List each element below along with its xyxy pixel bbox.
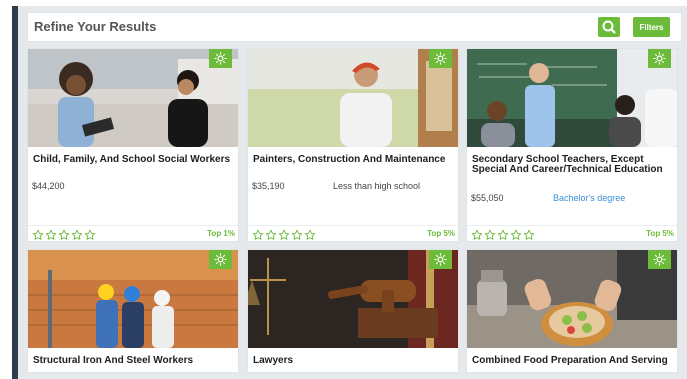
star-icon[interactable]: [84, 228, 96, 240]
featured-badge: [209, 49, 232, 68]
sun-icon: [653, 52, 666, 65]
star-icon[interactable]: [71, 228, 83, 240]
rank-label: Top 5%: [646, 229, 674, 238]
star-icon[interactable]: [484, 228, 496, 240]
search-icon: [602, 20, 616, 34]
career-photo: [28, 250, 238, 348]
rank-label: Top 1%: [207, 229, 235, 238]
star-icon[interactable]: [32, 228, 44, 240]
refine-bar: Refine Your Results Filters: [27, 12, 682, 42]
career-photo: [467, 49, 677, 147]
career-title[interactable]: Lawyers: [253, 356, 455, 366]
search-button[interactable]: [598, 17, 620, 37]
career-card[interactable]: Painters, Construction And Maintenance $…: [247, 48, 459, 242]
career-education-link[interactable]: Bachelor's degree: [553, 193, 625, 203]
career-title[interactable]: Combined Food Preparation And Serving: [472, 356, 674, 366]
star-icon[interactable]: [304, 228, 316, 240]
career-photo: [248, 49, 458, 147]
featured-badge: [429, 49, 452, 68]
filters-button[interactable]: Filters: [633, 17, 670, 37]
star-icon[interactable]: [252, 228, 264, 240]
card-footer: Top 5%: [248, 225, 458, 241]
featured-badge: [648, 49, 671, 68]
career-card[interactable]: Secondary School Teachers, Except Specia…: [466, 48, 678, 242]
star-icon[interactable]: [523, 228, 535, 240]
sun-icon: [434, 253, 447, 266]
refine-title: Refine Your Results: [34, 19, 157, 34]
career-photo: [28, 49, 238, 147]
star-icon[interactable]: [45, 228, 57, 240]
career-salary: $44,200: [32, 181, 65, 191]
rating-stars[interactable]: [471, 228, 535, 240]
featured-badge: [429, 250, 452, 269]
career-card[interactable]: Combined Food Preparation And Serving: [466, 249, 678, 373]
star-icon[interactable]: [497, 228, 509, 240]
sun-icon: [214, 253, 227, 266]
career-card[interactable]: Child, Family, And School Social Workers…: [27, 48, 239, 242]
career-salary: $35,190: [252, 181, 285, 191]
star-icon[interactable]: [265, 228, 277, 240]
star-icon[interactable]: [471, 228, 483, 240]
star-icon[interactable]: [278, 228, 290, 240]
rating-stars[interactable]: [252, 228, 316, 240]
career-card[interactable]: Structural Iron And Steel Workers: [27, 249, 239, 373]
career-title[interactable]: Painters, Construction And Maintenance: [253, 155, 455, 165]
star-icon[interactable]: [58, 228, 70, 240]
career-education: Less than high school: [333, 181, 421, 191]
card-footer: Top 1%: [28, 225, 238, 241]
rank-label: Top 5%: [427, 229, 455, 238]
featured-badge: [209, 250, 232, 269]
career-photo: [248, 250, 458, 348]
sun-icon: [434, 52, 447, 65]
star-icon[interactable]: [510, 228, 522, 240]
career-salary: $55,050: [471, 193, 504, 203]
career-title[interactable]: Secondary School Teachers, Except Specia…: [472, 155, 674, 175]
sun-icon: [653, 253, 666, 266]
career-photo: [467, 250, 677, 348]
star-icon[interactable]: [291, 228, 303, 240]
sun-icon: [214, 52, 227, 65]
rating-stars[interactable]: [32, 228, 96, 240]
career-card[interactable]: Lawyers: [247, 249, 459, 373]
career-title[interactable]: Structural Iron And Steel Workers: [33, 356, 235, 366]
card-footer: Top 5%: [467, 225, 677, 241]
featured-badge: [648, 250, 671, 269]
career-title[interactable]: Child, Family, And School Social Workers: [33, 155, 235, 165]
